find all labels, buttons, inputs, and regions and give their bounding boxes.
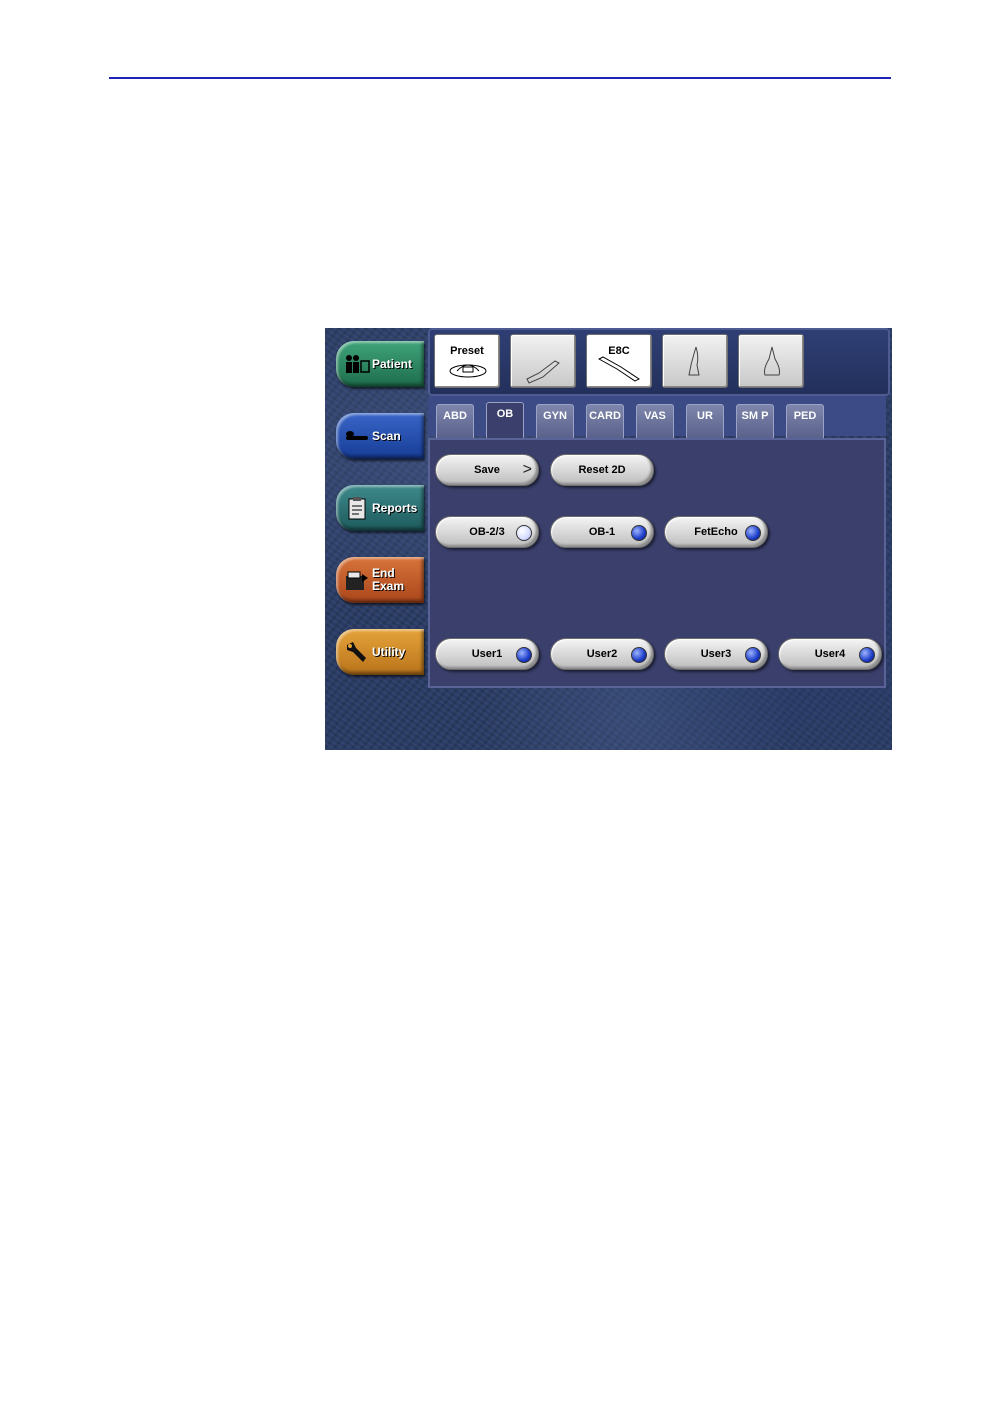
user-label: User2 bbox=[586, 648, 618, 660]
probe-sector[interactable] bbox=[662, 334, 728, 388]
led-on-icon bbox=[745, 647, 761, 663]
user4-button[interactable]: User4 bbox=[778, 638, 882, 670]
reset-2d-label: Reset 2D bbox=[578, 464, 626, 476]
user3-button[interactable]: User3 bbox=[664, 638, 768, 670]
led-off-icon bbox=[516, 525, 532, 541]
clipboard-icon bbox=[344, 497, 370, 520]
wrench-icon bbox=[344, 641, 370, 663]
scan-icon bbox=[344, 425, 370, 447]
tab-abd[interactable]: ABD bbox=[436, 404, 474, 438]
patient-icon bbox=[344, 353, 370, 375]
ultrasound-touch-panel: Patient Scan Reports End Exam Utility Pre… bbox=[325, 328, 892, 750]
preset-label: FetEcho bbox=[694, 526, 738, 538]
led-on-icon bbox=[859, 647, 875, 663]
led-on-icon bbox=[631, 647, 647, 663]
user-label: User3 bbox=[700, 648, 732, 660]
tab-gyn[interactable]: GYN bbox=[536, 404, 574, 438]
preset-panel: Preset E8C ABD OB GYN CARD VAS UR SM P P… bbox=[428, 328, 892, 690]
tab-sm-p[interactable]: SM P bbox=[736, 404, 774, 438]
probe-preset[interactable]: Preset bbox=[434, 334, 500, 388]
probe-selector-bar: Preset E8C bbox=[428, 328, 890, 396]
preset-label: OB-2/3 bbox=[469, 526, 505, 538]
preset-label: OB-1 bbox=[588, 526, 616, 538]
tab-card[interactable]: CARD bbox=[586, 404, 624, 438]
preset-fetecho-button[interactable]: FetEcho bbox=[664, 516, 768, 548]
preset-ob-2-3-button[interactable]: OB-2/3 bbox=[435, 516, 539, 548]
chevron-right-icon: > bbox=[522, 461, 532, 478]
convex-probe-icon bbox=[764, 346, 780, 376]
probe-linear[interactable] bbox=[510, 334, 576, 388]
tab-ur[interactable]: UR bbox=[686, 404, 724, 438]
sector-probe-icon bbox=[688, 346, 700, 376]
reports-button[interactable]: Reports bbox=[336, 485, 424, 531]
save-button[interactable]: Save > bbox=[435, 454, 539, 486]
utility-label: Utility bbox=[372, 644, 406, 659]
led-on-icon bbox=[631, 525, 647, 541]
end-exam-button[interactable]: End Exam bbox=[336, 557, 424, 603]
user2-button[interactable]: User2 bbox=[550, 638, 654, 670]
preset-ob-1-button[interactable]: OB-1 bbox=[550, 516, 654, 548]
scan-button[interactable]: Scan bbox=[336, 413, 424, 459]
end-exam-label: End Exam bbox=[372, 566, 405, 593]
end-exam-icon bbox=[344, 569, 370, 591]
utility-button[interactable]: Utility bbox=[336, 629, 424, 675]
patient-label: Patient bbox=[372, 356, 413, 371]
led-on-icon bbox=[516, 647, 532, 663]
save-label: Save bbox=[474, 464, 500, 476]
preset-probe-icon bbox=[449, 364, 487, 378]
application-tabs: ABD OB GYN CARD VAS UR SM P PED bbox=[428, 396, 886, 440]
reset-2d-button[interactable]: Reset 2D bbox=[550, 454, 654, 486]
ob-preset-content: Save > Reset 2D OB-2/3 OB-1 FetEcho User… bbox=[428, 438, 886, 688]
user-label: User1 bbox=[471, 648, 503, 660]
patient-button[interactable]: Patient bbox=[336, 341, 424, 387]
probe-convex[interactable] bbox=[738, 334, 804, 388]
linear-probe-icon bbox=[526, 360, 560, 384]
tab-ob[interactable]: OB bbox=[486, 402, 524, 440]
page-header-rule bbox=[109, 77, 891, 79]
tab-ped[interactable]: PED bbox=[786, 404, 824, 438]
led-on-icon bbox=[745, 525, 761, 541]
endocavity-probe-icon bbox=[597, 356, 640, 382]
scan-label: Scan bbox=[372, 428, 401, 443]
tab-vas[interactable]: VAS bbox=[636, 404, 674, 438]
user1-button[interactable]: User1 bbox=[435, 638, 539, 670]
reports-label: Reports bbox=[372, 500, 418, 515]
user-label: User4 bbox=[814, 648, 846, 660]
probe-e8c[interactable]: E8C bbox=[586, 334, 652, 388]
